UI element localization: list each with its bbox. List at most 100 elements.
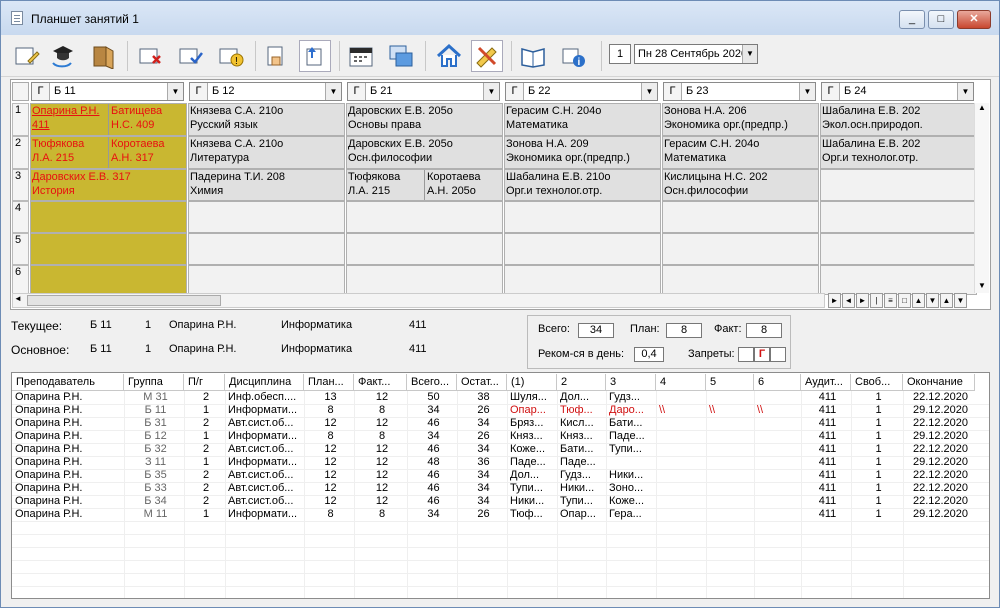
chevron-down-icon[interactable]: ▼ <box>483 83 499 100</box>
table-cell[interactable]: 2 <box>184 495 225 508</box>
table-cell[interactable]: 22.12.2020 <box>903 469 975 482</box>
schedule-cell[interactable]: Опарина Р.Н. 411 Батищева Н.С. 409 <box>30 103 187 136</box>
table-cell[interactable]: 34 <box>457 417 507 430</box>
scroll-down-icon[interactable]: ▼ <box>975 281 989 293</box>
table-cell[interactable]: Тюф... <box>507 508 557 521</box>
table-cell[interactable]: Б 33 <box>124 482 184 495</box>
table-cell[interactable]: Кисл... <box>557 417 606 430</box>
schedule-cell[interactable] <box>188 265 345 295</box>
schedule-cell[interactable]: Даровских Е.В. 205о Осн.философии <box>346 136 503 169</box>
chevron-down-icon[interactable]: ▼ <box>167 83 183 100</box>
column-header[interactable]: Аудит... <box>801 374 851 391</box>
table-cell[interactable]: 411 <box>801 404 851 417</box>
table-cell[interactable]: 12 <box>354 469 407 482</box>
scroll-thumb[interactable] <box>27 295 221 306</box>
table-cell[interactable] <box>754 443 801 456</box>
table-cell[interactable]: Паде... <box>507 456 557 469</box>
table-cell[interactable]: 1 <box>184 456 225 469</box>
table-cell[interactable]: Паде... <box>557 456 606 469</box>
schedule-cell[interactable]: Шабалина Е.В. 210о Орг.и технолог.отр. <box>504 169 661 201</box>
schedule-cell[interactable]: Кислицына Н.С. 202 Осн.философии <box>662 169 819 201</box>
schedule-cell[interactable] <box>346 233 503 265</box>
table-cell[interactable]: 8 <box>304 404 354 417</box>
column-header[interactable]: Преподаватель <box>12 374 124 391</box>
nav-down-icon[interactable]: ▼ <box>926 293 939 308</box>
column-header[interactable]: Факт... <box>354 374 407 391</box>
table-cell[interactable]: 12 <box>304 495 354 508</box>
schedule-cell[interactable]: Зонова Н.А. 206 Экономика орг.(предпр.) <box>662 103 819 136</box>
column-header[interactable]: 3 <box>606 374 656 391</box>
table-cell[interactable]: 8 <box>304 430 354 443</box>
table-cell[interactable] <box>754 495 801 508</box>
table-cell[interactable]: 36 <box>457 456 507 469</box>
table-cell[interactable] <box>656 482 706 495</box>
table-cell[interactable]: 411 <box>801 495 851 508</box>
table-cell[interactable]: 13 <box>304 391 354 404</box>
scroll-up-icon[interactable]: ▲ <box>975 103 989 115</box>
table-cell[interactable]: Опарина Р.Н. <box>12 391 124 404</box>
group-flag[interactable]: Г <box>190 83 208 100</box>
row-header[interactable]: 3 <box>12 169 29 201</box>
schedule-cell[interactable] <box>346 201 503 233</box>
table-cell[interactable]: 8 <box>354 430 407 443</box>
confirm-lesson-button[interactable] <box>175 40 207 72</box>
date-select[interactable]: Пн 28 Сентябрь 2020 ▼ <box>634 44 758 64</box>
schedule-cell[interactable]: Шабалина Е.В. 202 Экол.осн.природоп. <box>820 103 977 136</box>
table-cell[interactable]: Княз... <box>507 430 557 443</box>
nav-begin-icon[interactable]: | <box>870 293 883 308</box>
table-cell[interactable]: Авт.сист.об... <box>225 443 304 456</box>
table-cell[interactable] <box>754 391 801 404</box>
row-header[interactable]: 4 <box>12 201 29 233</box>
table-cell[interactable]: 48 <box>407 456 457 469</box>
group-flag[interactable]: Г <box>32 83 50 100</box>
schedule-cell[interactable] <box>662 265 819 295</box>
chevron-down-icon[interactable]: ▼ <box>799 83 815 100</box>
table-cell[interactable]: Авт.сист.об... <box>225 495 304 508</box>
title-bar[interactable]: Планшет занятий 1 _ □ ✕ <box>1 1 999 35</box>
table-cell[interactable]: 12 <box>304 417 354 430</box>
table-cell[interactable]: Б 32 <box>124 443 184 456</box>
column-header[interactable]: Группа <box>124 374 184 391</box>
table-cell[interactable]: Тупи... <box>557 495 606 508</box>
horizontal-scrollbar[interactable]: ◄ <box>12 293 825 308</box>
table-cell[interactable]: Дол... <box>507 469 557 482</box>
table-cell[interactable]: 411 <box>801 456 851 469</box>
row-header[interactable]: 2 <box>12 136 29 169</box>
table-cell[interactable]: Опарина Р.Н. <box>12 482 124 495</box>
table-cell[interactable]: 8 <box>304 508 354 521</box>
table-cell[interactable]: \\ <box>656 404 706 417</box>
table-cell[interactable]: 1 <box>851 417 903 430</box>
table-cell[interactable]: Опарина Р.Н. <box>12 456 124 469</box>
table-cell[interactable]: 2 <box>184 482 225 495</box>
windows-button[interactable] <box>385 40 417 72</box>
table-cell[interactable]: Б 31 <box>124 417 184 430</box>
table-cell[interactable] <box>754 482 801 495</box>
table-cell[interactable]: 12 <box>304 443 354 456</box>
table-cell[interactable]: Шуля... <box>507 391 557 404</box>
table-cell[interactable]: 8 <box>354 404 407 417</box>
schedule-cell[interactable]: Даровских Е.В. 317 История <box>30 169 187 201</box>
table-cell[interactable] <box>706 508 754 521</box>
move-button[interactable] <box>299 40 331 72</box>
table-cell[interactable] <box>656 417 706 430</box>
ban-field-empty-2[interactable] <box>770 347 786 362</box>
table-cell[interactable]: Коже... <box>606 495 656 508</box>
table-cell[interactable]: Опар... <box>507 404 557 417</box>
ban-field-empty[interactable] <box>738 347 754 362</box>
table-cell[interactable]: Опарина Р.Н. <box>12 404 124 417</box>
table-cell[interactable]: 50 <box>407 391 457 404</box>
group-select-2[interactable]: Г Б 12 ▼ <box>189 82 342 101</box>
edit-doc-button[interactable] <box>11 40 43 72</box>
table-cell[interactable]: 2 <box>184 391 225 404</box>
table-cell[interactable]: Авт.сист.об... <box>225 469 304 482</box>
table-cell[interactable]: 12 <box>304 456 354 469</box>
table-cell[interactable] <box>656 443 706 456</box>
table-cell[interactable]: 12 <box>304 469 354 482</box>
nav-top-icon[interactable]: ▲ <box>940 293 953 308</box>
table-cell[interactable]: Гера... <box>606 508 656 521</box>
table-cell[interactable]: Зоно... <box>606 482 656 495</box>
table-cell[interactable] <box>706 456 754 469</box>
table-cell[interactable]: 411 <box>801 430 851 443</box>
schedule-cell[interactable] <box>30 265 187 295</box>
schedule-cell[interactable]: Князева С.А. 210о Русский язык <box>188 103 345 136</box>
